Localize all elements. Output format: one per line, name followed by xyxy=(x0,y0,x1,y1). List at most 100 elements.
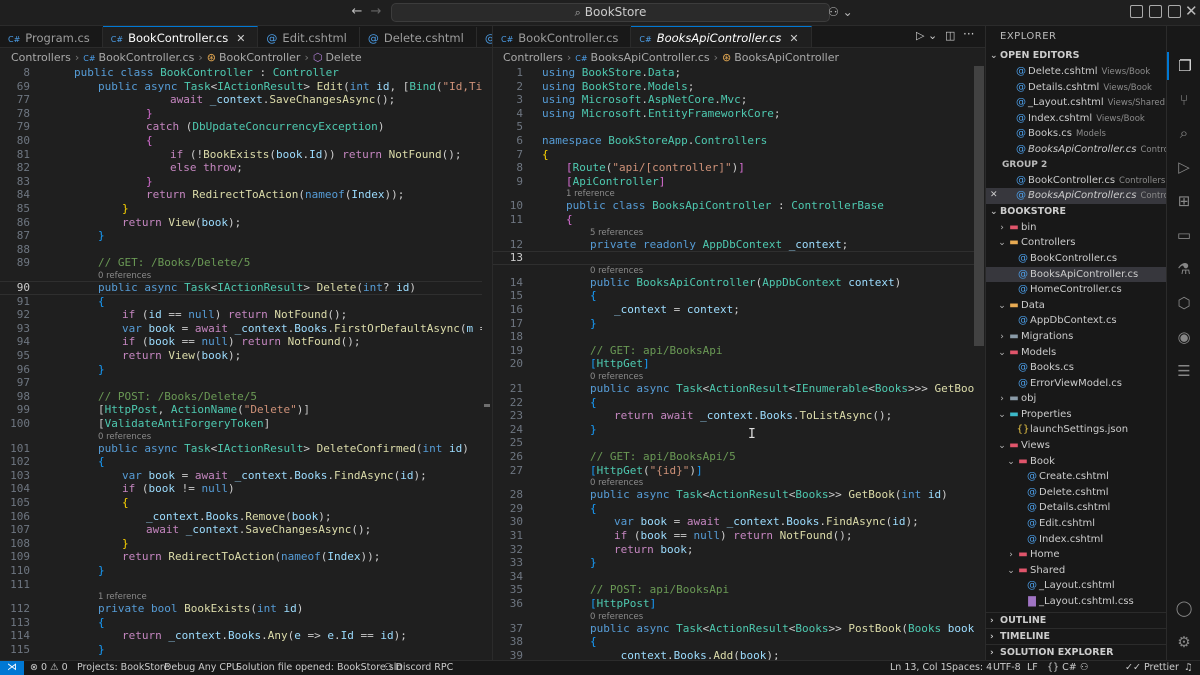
solution-status[interactable]: Solution file opened: BookStore.sln xyxy=(236,661,402,675)
tree-file[interactable]: @ Details.cshtml xyxy=(986,500,1166,516)
tree-file[interactable]: @ HomeController.cs xyxy=(986,282,1166,298)
tree-file[interactable]: @ BookController.cs xyxy=(986,251,1166,267)
remote-indicator-icon[interactable]: ⋊ xyxy=(0,661,24,675)
more-actions-icon[interactable]: ··· xyxy=(963,27,974,41)
bookstore-section[interactable]: ⌄ BOOKSTORE xyxy=(986,204,1166,220)
tree-folder[interactable]: ⌄ ▬ Data xyxy=(986,298,1166,314)
breadcrumb-item[interactable]: ⊛ BookController xyxy=(207,51,301,64)
settings-gear-icon[interactable]: ⚙ xyxy=(1167,628,1200,656)
tree-folder[interactable]: ⌄ ▬ Book xyxy=(986,454,1166,470)
tree-folder[interactable]: › ▬ obj xyxy=(986,391,1166,407)
right-editor-scrollbar[interactable] xyxy=(974,66,984,660)
breadcrumb-item[interactable]: ⊛ BooksApiController xyxy=(722,51,839,64)
editor-tab[interactable]: C# Program.cs xyxy=(0,27,103,47)
tree-file[interactable]: @ Edit.cshtml xyxy=(986,516,1166,532)
tree-folder[interactable]: ⌄ ▬ Views xyxy=(986,438,1166,454)
codelens-references[interactable]: 1 reference xyxy=(566,189,615,199)
split-editor-icon[interactable]: ◫ xyxy=(945,29,955,42)
forward-arrow-icon[interactable]: → xyxy=(367,4,385,19)
run-debug-icon[interactable]: ▷ xyxy=(1167,153,1200,181)
liveshare-icon[interactable]: ◉ xyxy=(1167,323,1200,351)
run-icon[interactable]: ▷ ⌄ xyxy=(916,29,937,42)
tree-folder[interactable]: › ▬ bin xyxy=(986,220,1166,236)
left-editor-scrollbar[interactable] xyxy=(482,66,492,660)
codelens-references[interactable]: 0 references xyxy=(590,372,643,382)
tree-file[interactable]: @ AppDbContext.cs xyxy=(986,313,1166,329)
codelens-references[interactable]: 5 references xyxy=(590,228,643,238)
timeline-section[interactable]: › TIMELINE xyxy=(986,628,1166,644)
toggle-sidebar-icon[interactable] xyxy=(1149,5,1162,18)
close-window-icon[interactable]: ✕ xyxy=(1185,2,1198,20)
open-editor-item[interactable]: @ BookController.cs Controllers xyxy=(986,173,1166,189)
close-tab-icon[interactable]: ✕ xyxy=(236,32,245,45)
tree-file[interactable]: ▇ _Layout.cshtml.css xyxy=(986,594,1166,610)
breadcrumb-item[interactable]: Controllers xyxy=(503,51,563,64)
close-tab-icon[interactable]: ✕ xyxy=(789,32,798,45)
customize-layout-icon[interactable] xyxy=(1168,5,1181,18)
toggle-panel-icon[interactable] xyxy=(1130,5,1143,18)
breadcrumb-item[interactable]: C# BooksApiController.cs xyxy=(575,51,709,64)
open-editors-section[interactable]: ⌄ OPEN EDITORS xyxy=(986,48,1166,64)
tree-file[interactable]: @ Create.cshtml xyxy=(986,469,1166,485)
notifications-icon[interactable]: ♫ xyxy=(1184,661,1193,675)
codelens-references[interactable]: 0 references xyxy=(98,271,151,281)
codelens-references[interactable]: 0 references xyxy=(98,432,151,442)
solution-explorer-section[interactable]: › SOLUTION EXPLORER xyxy=(986,644,1166,660)
database-icon[interactable]: ☰ xyxy=(1167,357,1200,385)
codelens-references[interactable]: 1 reference xyxy=(98,592,147,602)
open-editor-item[interactable]: @ Books.cs Models xyxy=(986,126,1166,142)
language-status[interactable]: {} C# xyxy=(1047,661,1077,675)
editor-tab[interactable]: C# BookController.cs xyxy=(493,27,632,47)
tree-file[interactable]: @ BooksApiController.cs xyxy=(986,266,1166,283)
prettier-status[interactable]: ✓✓ Prettier xyxy=(1125,661,1179,675)
copilot-status-icon[interactable]: ⚇ xyxy=(1080,661,1089,675)
projects-status[interactable]: Projects: BookStore xyxy=(77,661,169,675)
left-code-editor[interactable]: 8 public class BookController : Controlle… xyxy=(0,66,482,660)
source-control-icon[interactable]: ⑂ xyxy=(1167,86,1200,114)
editor-tab[interactable]: C# BookController.cs ✕ xyxy=(102,26,259,47)
editor-tab[interactable]: C# BooksApiController.cs ✕ xyxy=(631,26,812,47)
back-arrow-icon[interactable]: ← xyxy=(348,4,366,19)
editor-tab[interactable]: @ Edit.cshtml xyxy=(258,27,360,47)
extensions-icon[interactable]: ⊞ xyxy=(1167,187,1200,215)
problems-indicator[interactable]: ⊗ 0 ⚠ 0 xyxy=(30,661,68,675)
tree-file[interactable]: @ _Layout.cshtml xyxy=(986,578,1166,594)
search-icon[interactable]: ⌕ xyxy=(1167,119,1200,147)
testing-icon[interactable]: ⚗ xyxy=(1167,255,1200,283)
build-config-status[interactable]: Debug Any CPU xyxy=(164,661,239,675)
command-center-search[interactable]: ⌕ BookStore xyxy=(391,3,830,22)
tree-file[interactable]: @ Delete.cshtml xyxy=(986,485,1166,501)
open-editor-item[interactable]: @ _Layout.cshtml Views/Shared xyxy=(986,95,1166,111)
tree-file[interactable]: @ Index.cshtml xyxy=(986,532,1166,548)
editor-tab[interactable]: @ Delete.cshtml xyxy=(359,27,477,47)
copilot-icon[interactable]: ⚇ ⌄ xyxy=(828,5,853,19)
eol-status[interactable]: LF xyxy=(1027,661,1038,675)
open-editor-item[interactable]: ✕ @BooksApiController.csControllers xyxy=(986,188,1166,204)
encoding-status[interactable]: UTF-8 xyxy=(993,661,1021,675)
tree-folder[interactable]: ⌄ ▬ Properties xyxy=(986,407,1166,423)
remote-explorer-icon[interactable]: ▭ xyxy=(1167,221,1200,249)
discord-status[interactable]: ⚇ Discord RPC xyxy=(384,661,453,675)
open-editor-item[interactable]: @ Delete.cshtml Views/Book xyxy=(986,64,1166,80)
open-editor-item[interactable]: @ Index.cshtml Views/Book xyxy=(986,111,1166,127)
codelens-references[interactable]: 0 references xyxy=(590,612,643,622)
outline-section[interactable]: › OUTLINE xyxy=(986,612,1166,628)
tree-file[interactable]: @ Books.cs xyxy=(986,360,1166,376)
tree-folder[interactable]: › ▬ Migrations xyxy=(986,329,1166,345)
containers-icon[interactable]: ⬡ xyxy=(1167,289,1200,317)
tree-folder[interactable]: › ▬ Home xyxy=(986,547,1166,563)
tree-folder[interactable]: ⌄ ▬ Controllers xyxy=(986,235,1166,251)
right-code-editor[interactable]: 1 using BookStore.Data; 2 using BookStore.M… xyxy=(493,66,974,660)
breadcrumb-item[interactable]: ⬡ Delete xyxy=(313,51,362,64)
open-editor-item[interactable]: @ Details.cshtml Views/Book xyxy=(986,80,1166,96)
open-editor-item[interactable]: @BooksApiController.csControllers xyxy=(986,142,1166,158)
tree-file[interactable]: @ ErrorViewModel.cs xyxy=(986,376,1166,392)
codelens-references[interactable]: 0 references xyxy=(590,478,643,488)
tree-folder[interactable]: ⌄ ▬ Shared xyxy=(986,563,1166,579)
accounts-icon[interactable]: ◯ xyxy=(1167,594,1200,622)
cursor-position-status[interactable]: Ln 13, Col 1 xyxy=(890,661,947,675)
breadcrumb-item[interactable]: Controllers xyxy=(11,51,71,64)
tree-folder[interactable]: ⌄ ▬ Models xyxy=(986,345,1166,361)
breadcrumb-item[interactable]: C# BookController.cs xyxy=(83,51,194,64)
close-editor-icon[interactable]: ✕ xyxy=(990,188,998,204)
